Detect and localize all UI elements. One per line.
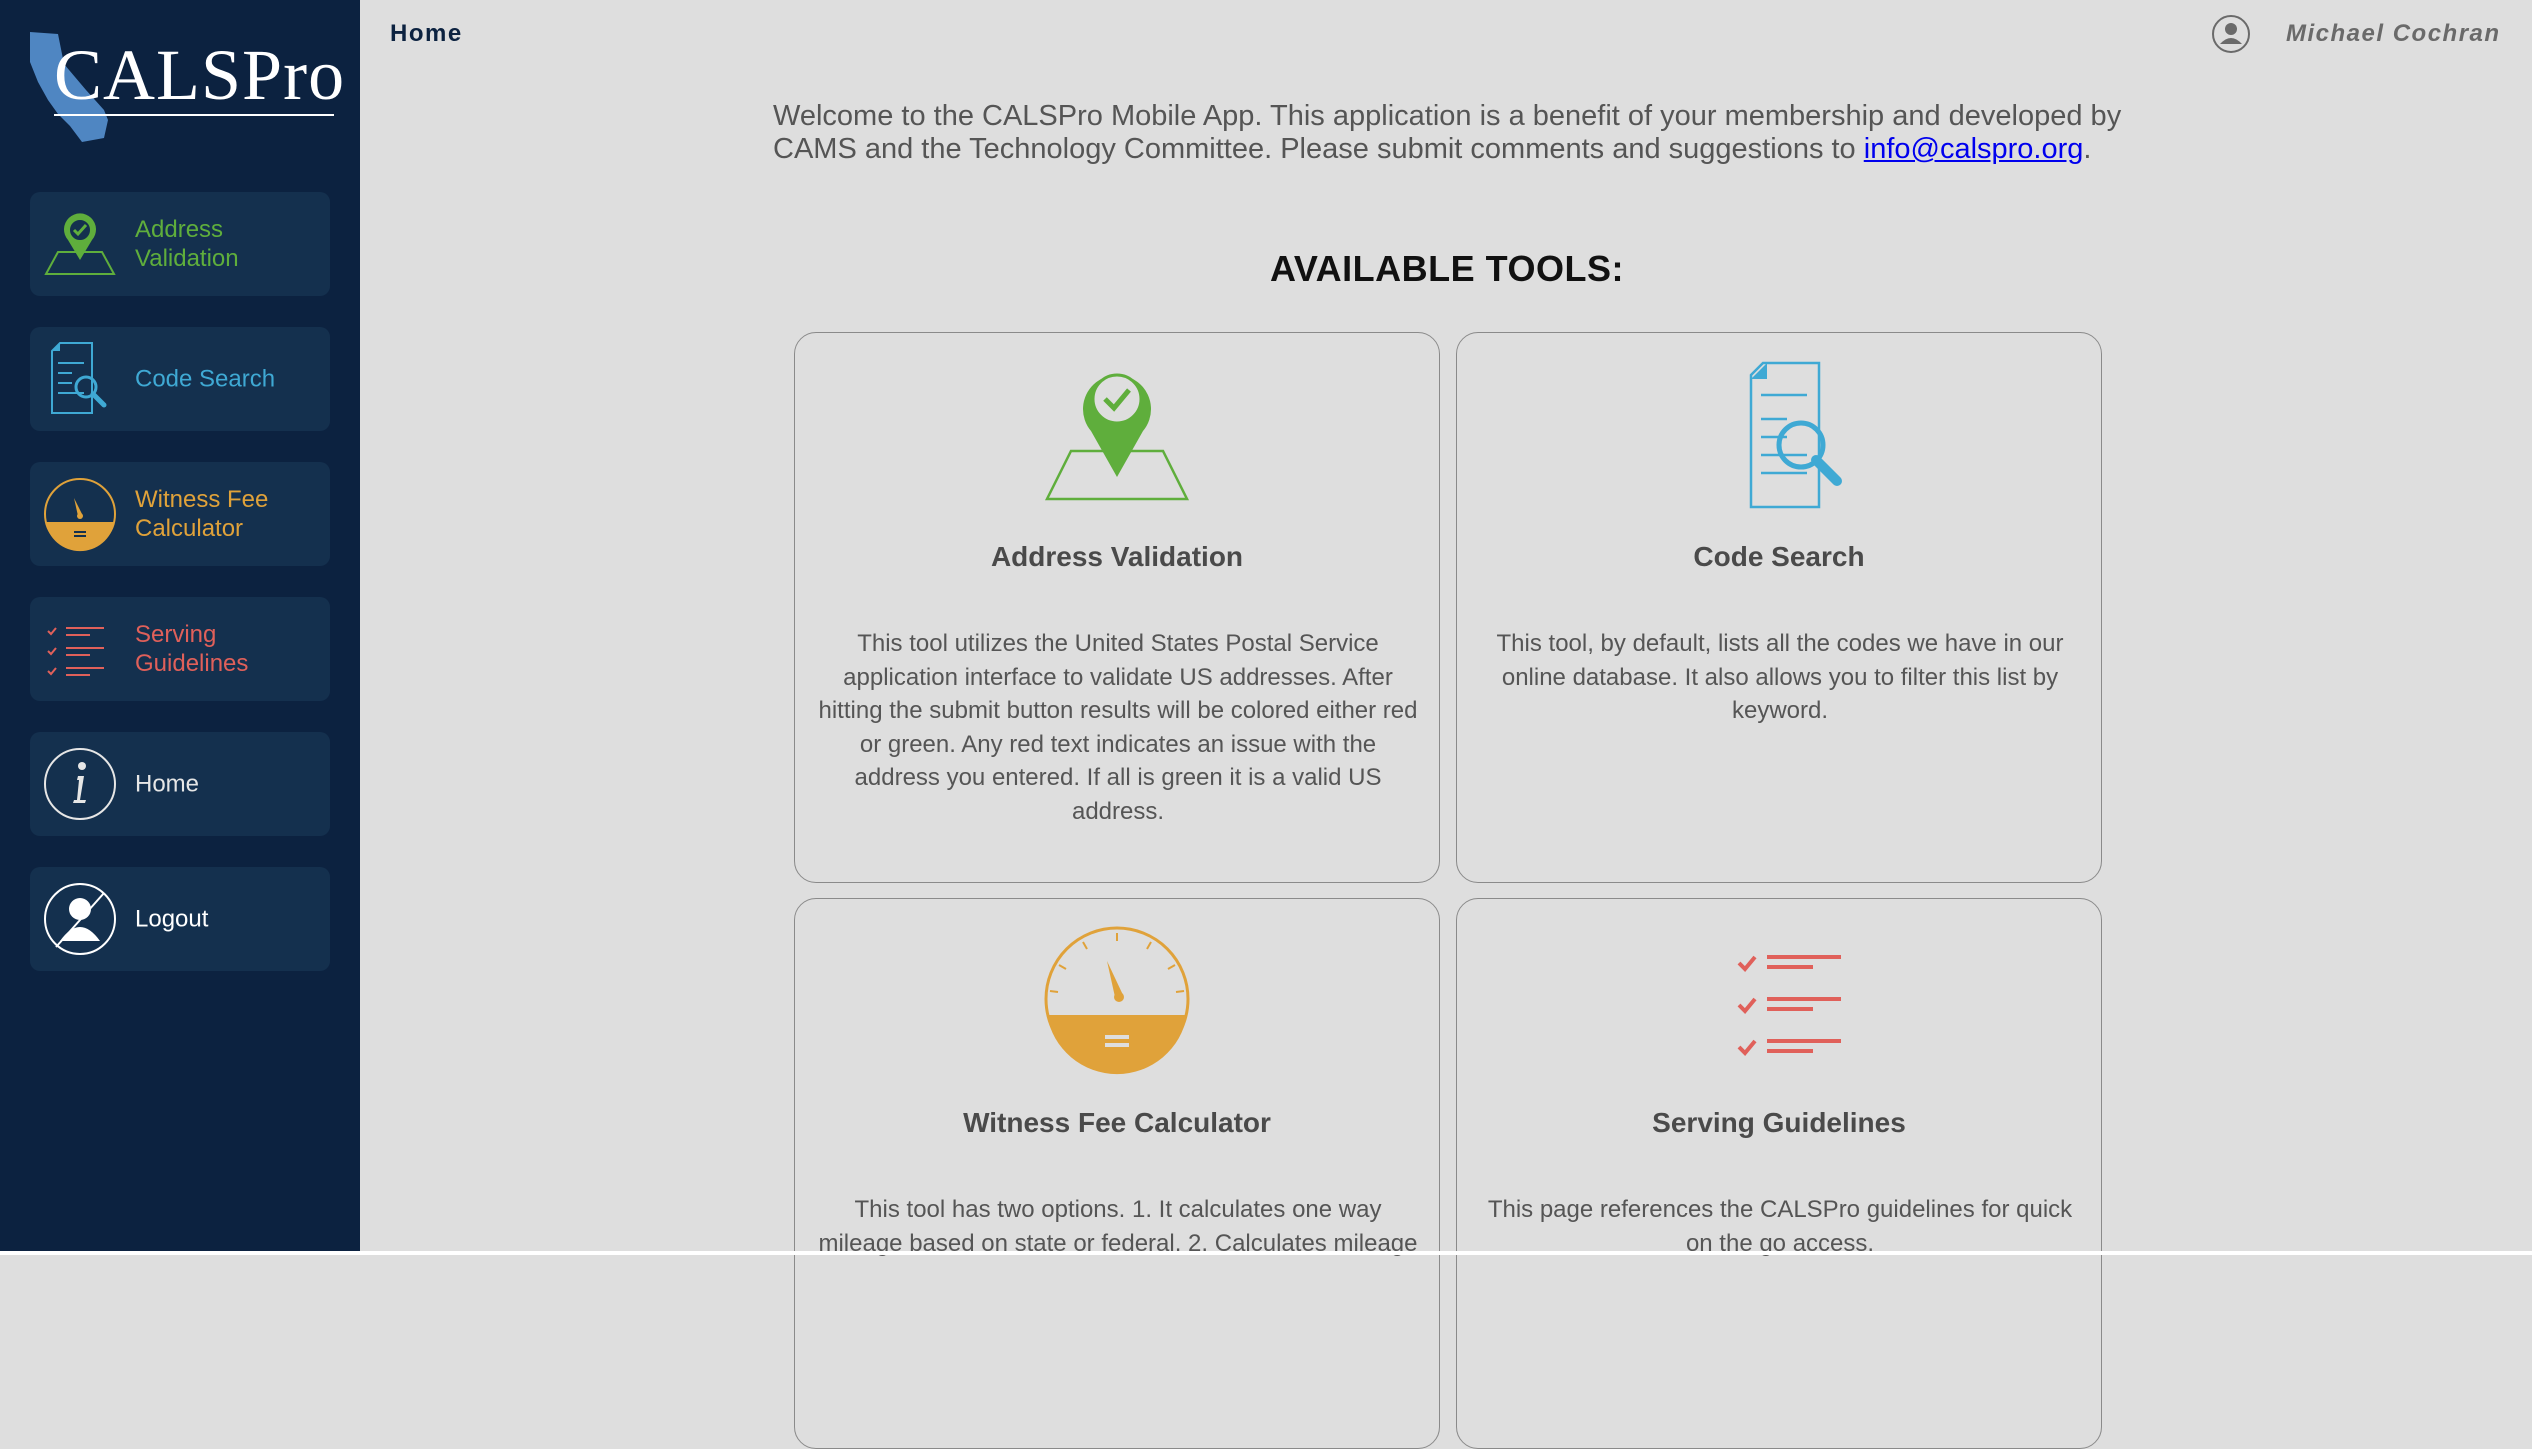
sidebar-item-address-validation[interactable]: Address Validation: [30, 192, 330, 296]
sidebar-item-label: Witness Fee Calculator: [135, 486, 269, 542]
sidebar-item-label: Code Search: [135, 365, 276, 393]
user-name[interactable]: Michael Cochran: [2286, 20, 2501, 48]
sidebar-item-logout[interactable]: Logout: [30, 867, 330, 971]
card-description: This page references the CALSPro guideli…: [1487, 1196, 2073, 1257]
gauge-icon: [1044, 926, 1190, 1075]
document-search-icon: [1749, 361, 1842, 509]
sidebar-item-witness-fee-calculator[interactable]: Witness Fee Calculator: [30, 462, 330, 566]
calspro-logo[interactable]: CALSPro: [24, 30, 344, 148]
document-search-icon: [51, 342, 107, 414]
sidebar: CALSPro Address Validation Code Search W…: [0, 0, 360, 1255]
logo-underline: [54, 114, 334, 116]
sidebar-item-serving-guidelines[interactable]: Serving Guidelines: [30, 597, 330, 701]
sidebar-item-label: Serving Guidelines: [135, 621, 249, 677]
card-description: This tool, by default, lists all the cod…: [1496, 630, 2064, 724]
map-pin-check-icon: [44, 213, 116, 275]
welcome-message: Welcome to the CALSPro Mobile App. This …: [773, 100, 2153, 166]
card-title: Code Search: [1693, 541, 1865, 572]
page-title: Home: [390, 20, 463, 47]
user-logout-icon: [44, 883, 116, 955]
user-avatar-icon[interactable]: [2211, 14, 2251, 54]
tool-card-address-validation[interactable]: Address Validation This tool utilizes th…: [794, 332, 1440, 883]
tool-card-code-search[interactable]: Code Search This tool, by default, lists…: [1456, 332, 2102, 883]
sidebar-item-code-search[interactable]: Code Search: [30, 327, 330, 431]
checklist-icon: [47, 627, 104, 676]
contact-email-link[interactable]: info@calspro.org: [1864, 133, 2084, 165]
tool-card-serving-guidelines[interactable]: Serving Guidelines This page references …: [1456, 898, 2102, 1449]
checklist-icon: [1737, 955, 1841, 1056]
sidebar-item-label: Home: [135, 770, 200, 798]
sidebar-item-label: Address Validation: [135, 216, 239, 272]
card-title: Witness Fee Calculator: [963, 1107, 1271, 1138]
card-description: This tool has two options. 1. It calcula…: [818, 1196, 1418, 1257]
gauge-icon: [44, 478, 116, 552]
card-title: Serving Guidelines: [1652, 1107, 1906, 1138]
info-icon: [44, 748, 116, 820]
logo-text: CALSPro: [54, 35, 346, 115]
available-tools-heading: AVAILABLE TOOLS:: [1270, 248, 1624, 289]
welcome-trailing: .: [2083, 133, 2092, 165]
card-title: Address Validation: [990, 541, 1244, 572]
sidebar-item-home[interactable]: Home: [30, 732, 330, 836]
bottom-edge: [0, 1251, 2532, 1255]
card-description: This tool utilizes the United States Pos…: [818, 630, 1418, 825]
tool-card-witness-fee-calculator[interactable]: Witness Fee Calculator This tool has two…: [794, 898, 1440, 1449]
sidebar-item-label: Logout: [135, 905, 209, 933]
map-pin-check-icon: [1044, 373, 1190, 501]
